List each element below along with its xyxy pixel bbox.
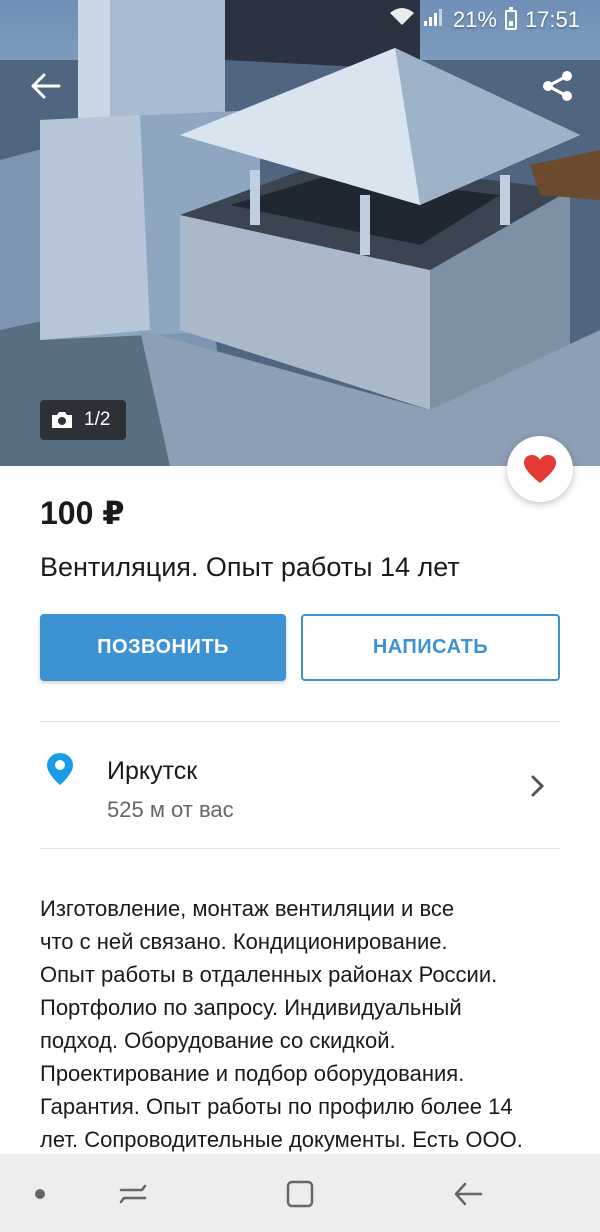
home-button[interactable] [280,1176,320,1212]
description-line: что с ней связано. Кондиционирование. [40,929,448,954]
location-distance: 525 м от вас [107,797,234,822]
description-line: Проектирование и подбор оборудования. [40,1061,465,1086]
share-icon [543,71,572,101]
location-pin-icon [47,753,73,785]
back-nav-icon [454,1182,483,1206]
share-button[interactable] [536,64,580,108]
listing-title: Вентиляция. Опыт работы 14 лет [40,552,460,582]
photo-counter: 1/2 [40,400,126,440]
signal-icon [423,7,445,33]
description-line: Портфолио по запросу. Индивидуальный [40,995,462,1020]
location-row[interactable]: Иркутск 525 м от вас [0,722,600,848]
location-city: Иркутск [107,757,198,785]
status-bar: 21% 17:51 [0,0,600,40]
photo-image [0,0,600,466]
clock: 17:51 [524,7,580,32]
call-button[interactable]: ПОЗВОНИТЬ [40,614,286,681]
back-nav-button[interactable] [448,1176,488,1212]
heart-icon [524,455,556,483]
nav-dot[interactable] [20,1176,60,1212]
listing-price: 100 ₽ [40,495,125,531]
recent-apps-button[interactable] [113,1176,153,1212]
description-line: Гарантия. Опыт работы по профилю более 1… [40,1094,513,1119]
camera-icon [52,412,72,428]
description-line: лет. Сопроводительные документы. Есть ОО… [40,1127,523,1152]
arrow-left-icon [31,73,61,99]
battery-icon [504,7,517,30]
listing-description: Изготовление, монтаж вентиляции и все чт… [40,892,570,1156]
listing-photo[interactable]: 21% 17:51 1/2 [0,0,600,466]
description-line: подход. Оборудование со скидкой. [40,1028,396,1053]
home-icon [286,1180,314,1208]
wifi-icon [389,7,415,33]
back-button[interactable] [24,64,68,108]
description-line: Опыт работы в отдаленных районах России. [40,962,498,987]
write-button[interactable]: НАПИСАТЬ [301,614,560,681]
battery-percent: 21% [452,7,497,32]
favorite-button[interactable] [507,436,573,502]
photo-counter-text: 1/2 [84,409,111,430]
chevron-right-icon [531,775,545,797]
dot-icon [35,1189,45,1199]
system-nav-bar [0,1154,600,1232]
recents-icon [119,1184,147,1204]
description-line: Изготовление, монтаж вентиляции и все [40,896,455,921]
divider [40,848,560,849]
